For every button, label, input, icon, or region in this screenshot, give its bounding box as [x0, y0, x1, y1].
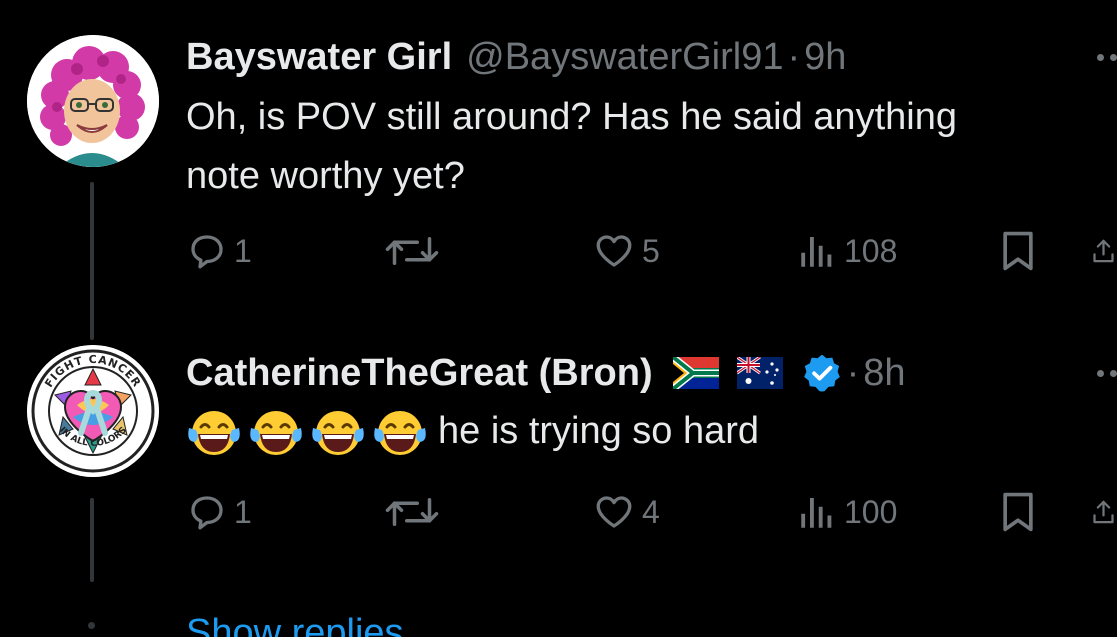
bitmoji-avatar-icon [27, 35, 159, 167]
tweet-text-line: Oh, is POV still around? Has he said any… [186, 96, 957, 138]
south-africa-flag-icon [672, 357, 719, 389]
thread-connector-line [90, 182, 94, 340]
avatar-catherine-the-great[interactable]: FIGHT CANCER IN ALL COLORS [27, 345, 159, 477]
like-count: 4 [642, 493, 660, 530]
tweet-text: he is trying so hard [186, 402, 759, 461]
bookmark-icon [1003, 231, 1033, 271]
views-button[interactable]: 108 [796, 228, 897, 274]
tweet-text: Oh, is POV still around? Has he said any… [186, 88, 957, 206]
views-button[interactable]: 100 [796, 489, 897, 535]
timestamp[interactable]: 9h [804, 36, 846, 79]
like-button[interactable]: 4 [592, 489, 660, 535]
views-icon [801, 498, 832, 528]
share-icon [1093, 239, 1114, 263]
more-icon[interactable] [1097, 367, 1117, 379]
show-replies-link[interactable]: Show replies [186, 612, 404, 637]
view-count: 108 [844, 232, 898, 269]
verified-icon[interactable] [801, 352, 843, 394]
like-icon [596, 235, 632, 267]
like-count: 5 [642, 232, 660, 269]
like-button[interactable]: 5 [592, 228, 660, 274]
like-icon [596, 496, 632, 528]
reply-icon [191, 235, 223, 269]
bookmark-button[interactable] [996, 489, 1040, 535]
reply-icon [191, 496, 223, 530]
share-button[interactable] [1090, 489, 1117, 535]
tweet-text-line: note worthy yet? [186, 155, 465, 197]
tweet-header: CatherineTheGreat (Bron) · 8h [186, 348, 906, 398]
avatar-bayswater-girl[interactable] [27, 35, 159, 167]
separator-dot: · [787, 35, 801, 78]
views-icon [801, 237, 832, 267]
tears-of-joy-emoji-icon [188, 410, 240, 455]
display-name[interactable]: CatherineTheGreat (Bron) [186, 352, 653, 395]
australia-flag-icon [736, 357, 783, 389]
tears-of-joy-emoji-icon [374, 410, 426, 455]
tweet-text-content: he is trying so hard [438, 410, 760, 452]
conversation-thread: Bayswater Girl @BayswaterGirl91 · 9h Oh,… [0, 0, 1117, 637]
share-icon [1093, 500, 1114, 524]
share-button[interactable] [1090, 228, 1117, 274]
more-icon[interactable] [1097, 51, 1117, 63]
bookmark-button[interactable] [996, 228, 1040, 274]
timestamp[interactable]: 8h [863, 352, 905, 395]
reply-button[interactable]: 1 [186, 489, 252, 535]
reply-count: 1 [234, 232, 252, 269]
retweet-icon [385, 498, 439, 526]
tweet-header: Bayswater Girl @BayswaterGirl91 · 9h [186, 32, 846, 82]
tears-of-joy-emoji-icon [312, 410, 364, 455]
emoji-group [186, 408, 428, 458]
tears-of-joy-emoji-icon [250, 410, 302, 455]
user-handle[interactable]: @BayswaterGirl91 [466, 36, 783, 79]
view-count: 100 [844, 493, 898, 530]
fight-cancer-badge-icon: FIGHT CANCER IN ALL COLORS [27, 345, 159, 477]
reply-button[interactable]: 1 [186, 228, 252, 274]
bookmark-icon [1003, 492, 1033, 532]
separator-dot: · [846, 351, 860, 394]
retweet-icon [385, 237, 439, 265]
retweet-button[interactable] [382, 228, 442, 274]
retweet-button[interactable] [382, 489, 442, 535]
thread-connector-line [90, 498, 94, 582]
thread-dot [88, 622, 95, 629]
display-name[interactable]: Bayswater Girl [186, 36, 452, 79]
reply-count: 1 [234, 493, 252, 530]
